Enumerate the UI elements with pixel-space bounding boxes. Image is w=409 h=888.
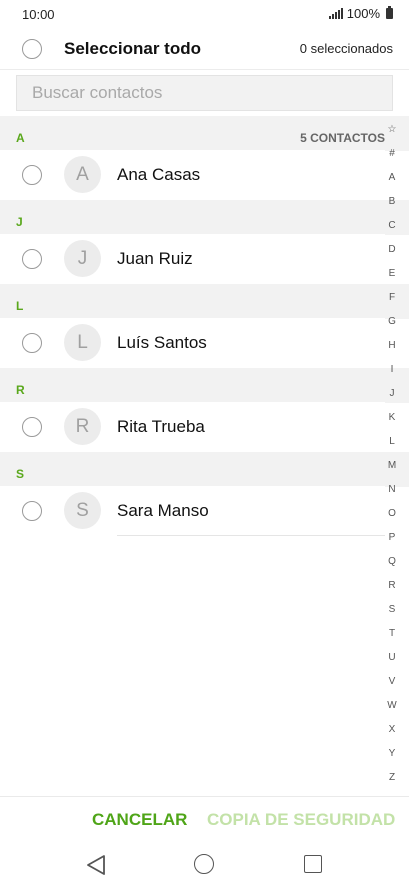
section-letter: S bbox=[16, 467, 25, 481]
index-favorites-star-icon[interactable]: ☆ bbox=[383, 124, 401, 135]
index-e[interactable]: E bbox=[383, 268, 401, 279]
contact-name: Rita Trueba bbox=[117, 417, 205, 436]
index-y[interactable]: Y bbox=[383, 748, 401, 759]
index-u[interactable]: U bbox=[383, 652, 401, 663]
contact-radio[interactable] bbox=[22, 501, 42, 521]
contact-row-sara-manso[interactable]: S Sara Manso bbox=[0, 486, 385, 536]
contact-name: Juan Ruiz bbox=[117, 249, 193, 268]
back-triangle-icon[interactable] bbox=[86, 854, 106, 881]
index-m[interactable]: M bbox=[383, 460, 401, 471]
contact-radio[interactable] bbox=[22, 417, 42, 437]
contact-name: Luís Santos bbox=[117, 333, 207, 352]
home-circle-icon[interactable] bbox=[194, 854, 214, 874]
index-w[interactable]: W bbox=[383, 700, 401, 711]
index-d[interactable]: D bbox=[383, 244, 401, 255]
index-l[interactable]: L bbox=[383, 436, 401, 447]
index-n[interactable]: N bbox=[383, 484, 401, 495]
section-header-a: A 5 CONTACTOS bbox=[0, 116, 409, 151]
status-bar: 10:00 100% bbox=[0, 0, 409, 28]
contact-name: Sara Manso bbox=[117, 501, 209, 520]
status-time: 10:00 bbox=[22, 7, 55, 22]
system-nav-bar bbox=[0, 842, 409, 888]
index-i[interactable]: I bbox=[383, 364, 401, 375]
index-q[interactable]: Q bbox=[383, 556, 401, 567]
index-b[interactable]: B bbox=[383, 196, 401, 207]
section-header-j: J bbox=[0, 200, 409, 235]
index-z[interactable]: Z bbox=[383, 772, 401, 783]
index-s[interactable]: S bbox=[383, 604, 401, 615]
contact-row-luis-santos[interactable]: L Luís Santos bbox=[0, 318, 385, 368]
index-o[interactable]: O bbox=[383, 508, 401, 519]
avatar: S bbox=[64, 492, 101, 529]
contact-radio[interactable] bbox=[22, 249, 42, 269]
signal-icon bbox=[328, 8, 343, 19]
contact-name: Ana Casas bbox=[117, 165, 201, 184]
section-header-l: L bbox=[0, 284, 409, 319]
avatar: J bbox=[64, 240, 101, 277]
index-hash[interactable]: # bbox=[383, 148, 401, 159]
recent-square-icon[interactable] bbox=[304, 855, 322, 873]
search-box bbox=[16, 75, 393, 111]
section-letter: L bbox=[16, 299, 24, 313]
search-input[interactable] bbox=[17, 76, 392, 110]
section-letter: R bbox=[16, 383, 25, 397]
contact-radio[interactable] bbox=[22, 165, 42, 185]
cancel-button[interactable]: CANCELAR bbox=[92, 810, 187, 830]
index-g[interactable]: G bbox=[383, 316, 401, 327]
section-letter: A bbox=[16, 131, 25, 145]
avatar: A bbox=[64, 156, 101, 193]
status-icons: 100% bbox=[328, 6, 393, 21]
section-letter: J bbox=[16, 215, 23, 229]
battery-icon bbox=[386, 6, 393, 19]
select-all-label[interactable]: Seleccionar todo bbox=[64, 39, 201, 59]
section-header-s: S bbox=[0, 452, 409, 487]
bottom-action-bar: CANCELAR COPIA DE SEGURIDAD bbox=[0, 796, 409, 842]
index-t[interactable]: T bbox=[383, 628, 401, 639]
index-p[interactable]: P bbox=[383, 532, 401, 543]
index-v[interactable]: V bbox=[383, 676, 401, 687]
backup-button[interactable]: COPIA DE SEGURIDAD bbox=[207, 810, 395, 830]
index-j[interactable]: J bbox=[383, 388, 401, 399]
contact-radio[interactable] bbox=[22, 333, 42, 353]
contact-row-juan-ruiz[interactable]: J Juan Ruiz bbox=[0, 234, 385, 284]
index-c[interactable]: C bbox=[383, 220, 401, 231]
contact-row-rita-trueba[interactable]: R Rita Trueba bbox=[0, 402, 385, 452]
section-header-r: R bbox=[0, 368, 409, 403]
selected-count: 0 seleccionados bbox=[299, 41, 393, 56]
select-all-radio[interactable] bbox=[22, 39, 42, 59]
selection-header: Seleccionar todo 0 seleccionados bbox=[0, 28, 409, 70]
index-h[interactable]: H bbox=[383, 340, 401, 351]
contacts-count: 5 CONTACTOS bbox=[300, 131, 385, 145]
avatar: R bbox=[64, 408, 101, 445]
index-f[interactable]: F bbox=[383, 292, 401, 303]
index-r[interactable]: R bbox=[383, 580, 401, 591]
contact-row-ana-casas[interactable]: A Ana Casas bbox=[0, 150, 385, 200]
avatar: L bbox=[64, 324, 101, 361]
index-x[interactable]: X bbox=[383, 724, 401, 735]
index-a[interactable]: A bbox=[383, 172, 401, 183]
list-divider bbox=[117, 535, 385, 536]
index-k[interactable]: K bbox=[383, 412, 401, 423]
battery-percent: 100% bbox=[346, 6, 380, 21]
